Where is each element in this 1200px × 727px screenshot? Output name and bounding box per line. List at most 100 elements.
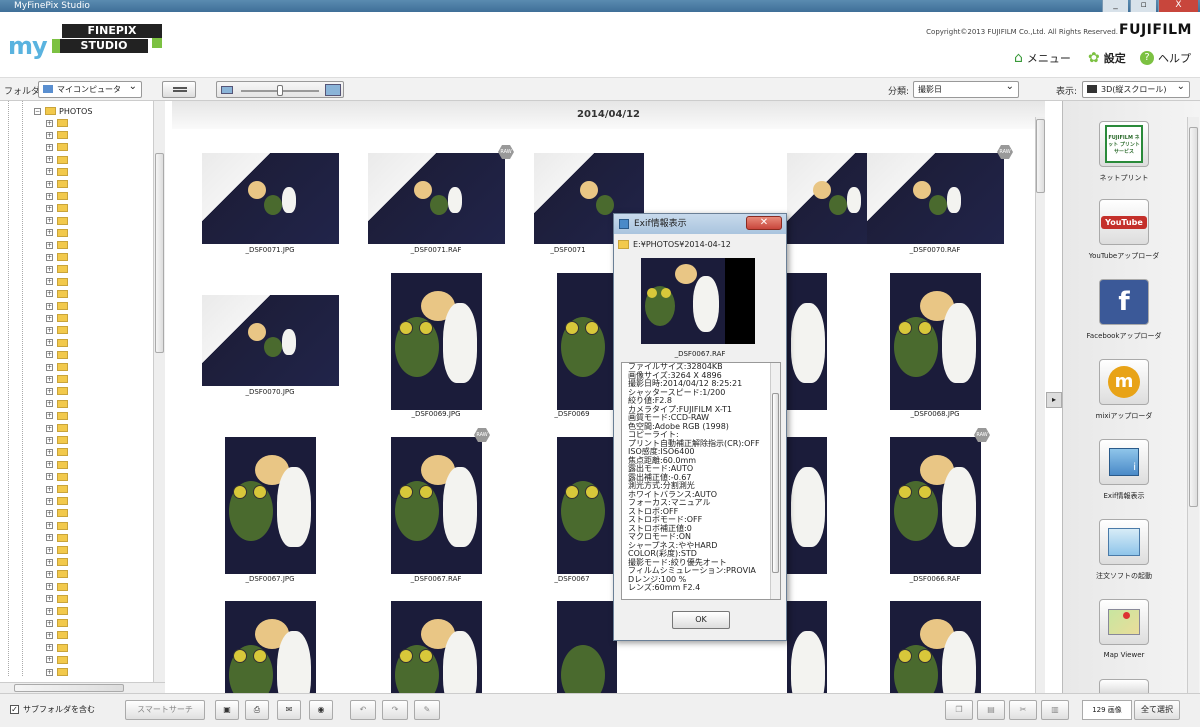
photo-thumbnail[interactable]: [391, 601, 482, 693]
tree-node-subfolder[interactable]: +: [46, 373, 68, 385]
slider-thumb[interactable]: [277, 85, 283, 96]
tree-scrollbar[interactable]: [153, 101, 165, 683]
photo-thumbnail[interactable]: [557, 601, 617, 693]
tree-node-subfolder[interactable]: +: [46, 312, 68, 324]
expand-icon[interactable]: +: [46, 168, 53, 176]
expand-icon[interactable]: +: [46, 119, 53, 127]
tree-node-subfolder[interactable]: +: [46, 251, 68, 263]
expand-icon[interactable]: +: [46, 204, 53, 212]
expand-icon[interactable]: +: [46, 497, 53, 505]
expand-icon[interactable]: +: [46, 558, 53, 566]
tree-node-subfolder[interactable]: +: [46, 227, 68, 239]
minimize-button[interactable]: _: [1102, 0, 1128, 12]
expand-icon[interactable]: +: [46, 278, 53, 286]
photo-thumbnail[interactable]: [368, 153, 505, 244]
expand-icon[interactable]: +: [46, 522, 53, 530]
expand-icon[interactable]: +: [46, 607, 53, 615]
tree-node-subfolder[interactable]: +: [46, 520, 68, 532]
close-button[interactable]: X: [1158, 0, 1198, 12]
tree-node-subfolder[interactable]: +: [46, 642, 68, 654]
order-software-button[interactable]: 注文ソフトの起動: [1063, 519, 1185, 581]
expand-icon[interactable]: +: [46, 302, 53, 310]
expand-icon[interactable]: +: [46, 131, 53, 139]
expand-icon[interactable]: +: [46, 241, 53, 249]
sort-select[interactable]: 撮影日: [913, 79, 1019, 98]
expand-icon[interactable]: +: [46, 363, 53, 371]
expand-icon[interactable]: +: [46, 387, 53, 395]
tree-node-subfolder[interactable]: +: [46, 288, 68, 300]
photo-thumbnail[interactable]: [391, 273, 482, 410]
settings-link[interactable]: ✿ 設定: [1088, 50, 1126, 66]
expand-icon[interactable]: +: [46, 473, 53, 481]
expand-icon[interactable]: +: [46, 192, 53, 200]
copy-button[interactable]: ❐: [945, 700, 973, 720]
expand-icon[interactable]: +: [46, 424, 53, 432]
photo-thumbnail[interactable]: [890, 437, 981, 574]
tree-node-subfolder[interactable]: +: [46, 507, 68, 519]
thumbnail-size-slider[interactable]: [216, 81, 344, 98]
map-viewer-button[interactable]: Map Viewer: [1063, 599, 1185, 659]
tree-node-subfolder[interactable]: +: [46, 605, 68, 617]
photo-thumbnail[interactable]: [557, 273, 617, 410]
expand-icon[interactable]: +: [46, 656, 53, 664]
tree-node-subfolder[interactable]: +: [46, 129, 68, 141]
photo-thumbnail[interactable]: [202, 295, 339, 386]
expand-icon[interactable]: +: [46, 668, 53, 676]
tree-node-subfolder[interactable]: +: [46, 215, 68, 227]
expand-icon[interactable]: +: [46, 375, 53, 383]
expand-icon[interactable]: +: [46, 180, 53, 188]
panel-toggle-button[interactable]: ▸: [1046, 392, 1062, 408]
tree-node-subfolder[interactable]: +: [46, 629, 68, 641]
tree-node-subfolder[interactable]: +: [46, 117, 68, 129]
folder-select[interactable]: マイコンピュータ: [38, 79, 142, 98]
tree-node-subfolder[interactable]: +: [46, 593, 68, 605]
delete-button[interactable]: ▥: [1041, 700, 1069, 720]
tree-node-subfolder[interactable]: +: [46, 202, 68, 214]
expand-icon[interactable]: +: [46, 290, 53, 298]
photo-thumbnail[interactable]: [890, 273, 981, 410]
tree-hscrollbar[interactable]: [0, 682, 165, 693]
expand-icon[interactable]: +: [46, 326, 53, 334]
tree-node-subfolder[interactable]: +: [46, 337, 68, 349]
tree-node-subfolder[interactable]: +: [46, 666, 68, 678]
photo-thumbnail[interactable]: [787, 437, 827, 574]
view-grid-button[interactable]: [162, 81, 196, 98]
expand-icon[interactable]: +: [46, 485, 53, 493]
expand-icon[interactable]: +: [46, 314, 53, 322]
cut-button[interactable]: ✂: [1009, 700, 1037, 720]
tree-hscroll-thumb[interactable]: [14, 684, 124, 692]
expand-icon[interactable]: +: [46, 265, 53, 273]
checkbox-icon[interactable]: ✓: [10, 705, 19, 714]
tree-node-subfolder[interactable]: +: [46, 422, 68, 434]
tree-node-subfolder[interactable]: +: [46, 471, 68, 483]
tree-node-subfolder[interactable]: +: [46, 556, 68, 568]
dialog-close-button[interactable]: ✕: [746, 216, 782, 230]
tree-node-subfolder[interactable]: +: [46, 654, 68, 666]
expand-icon[interactable]: +: [46, 546, 53, 554]
tree-node-subfolder[interactable]: +: [46, 154, 68, 166]
expand-icon[interactable]: +: [46, 583, 53, 591]
tree-node-subfolder[interactable]: +: [46, 617, 68, 629]
paste-button[interactable]: ▤: [977, 700, 1005, 720]
tree-node-subfolder[interactable]: +: [46, 483, 68, 495]
rotate-left-button[interactable]: ↶: [350, 700, 376, 720]
photo-thumbnail[interactable]: [225, 437, 316, 574]
photo-thumbnail[interactable]: [787, 273, 827, 410]
tree-node-subfolder[interactable]: +: [46, 263, 68, 275]
view-select[interactable]: 3D(縦スクロール): [1082, 79, 1190, 98]
next-plugin-button[interactable]: [1063, 679, 1185, 693]
expand-icon[interactable]: +: [46, 595, 53, 603]
print-button[interactable]: ⎙: [245, 700, 269, 720]
subfolder-checkbox[interactable]: ✓ サブフォルダを含む: [10, 704, 95, 715]
expand-icon[interactable]: +: [46, 339, 53, 347]
tree-node-subfolder[interactable]: +: [46, 385, 68, 397]
menu-link[interactable]: ⌂ メニュー: [1014, 50, 1071, 66]
panel-scroll-thumb[interactable]: [1189, 127, 1198, 507]
facebook-uploader-button[interactable]: f Facebookアップローダ: [1063, 279, 1185, 341]
select-all-button[interactable]: 全て選択: [1134, 700, 1180, 720]
photo-thumbnail[interactable]: [787, 601, 827, 693]
expand-icon[interactable]: +: [46, 400, 53, 408]
photo-thumbnail[interactable]: [391, 437, 482, 574]
net-print-button[interactable]: FUJIFILM ネット プリント サービス ネットプリント: [1063, 121, 1185, 183]
disc-button[interactable]: ◉: [309, 700, 333, 720]
